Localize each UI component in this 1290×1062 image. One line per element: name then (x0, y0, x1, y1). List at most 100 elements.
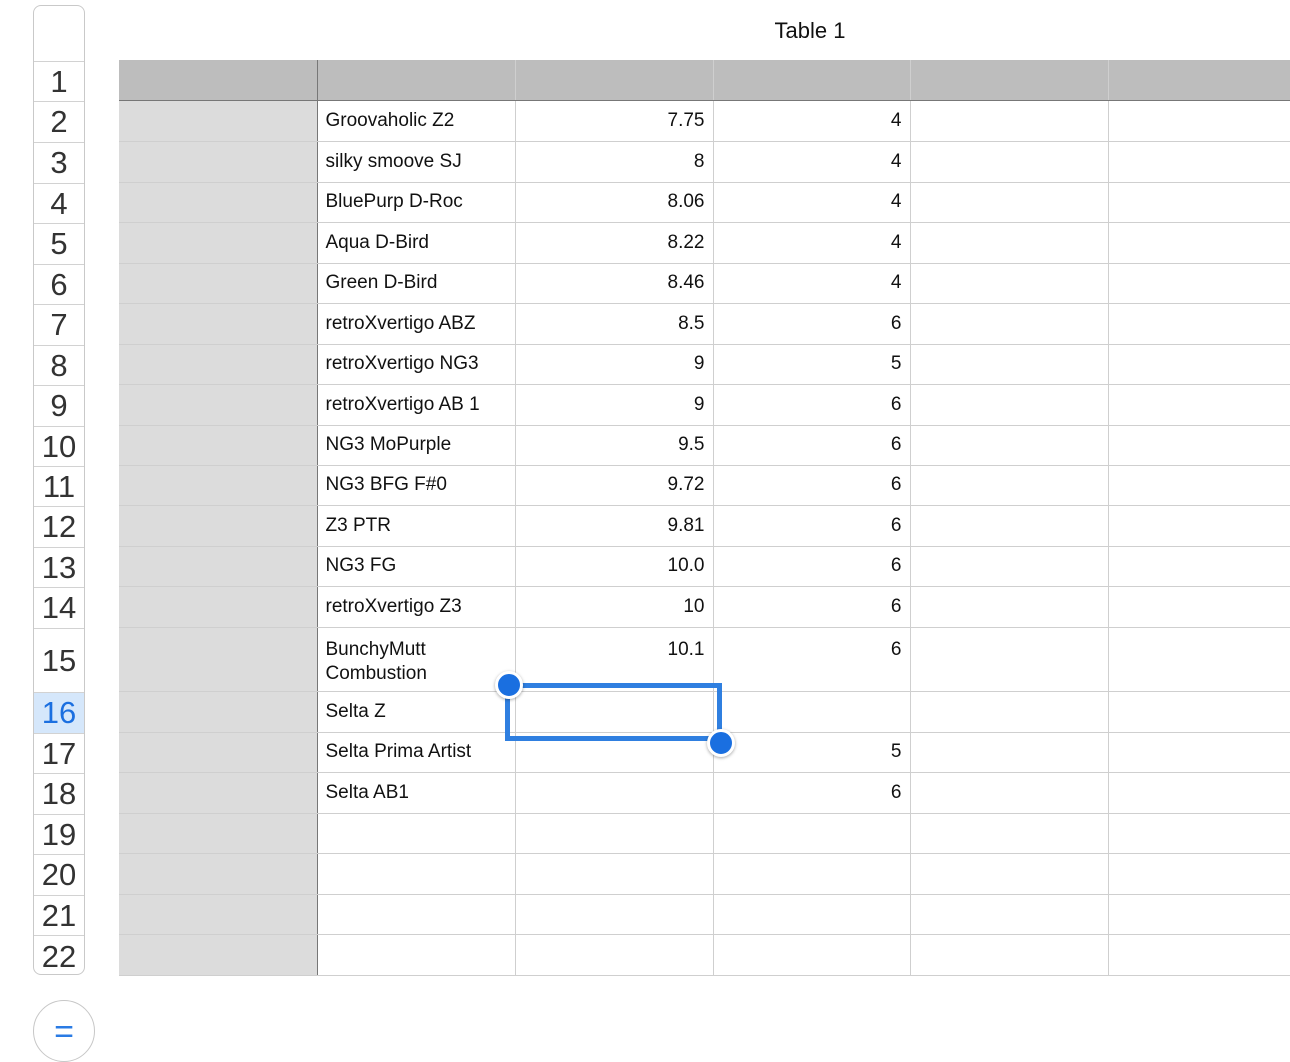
value-cell[interactable] (515, 934, 714, 976)
empty-cell[interactable] (1108, 100, 1290, 142)
row-header-cell[interactable] (119, 546, 318, 587)
value-cell[interactable]: 9 (515, 344, 714, 385)
row-header-cell[interactable] (119, 627, 318, 692)
row-number[interactable]: 11 (34, 467, 84, 507)
row-number[interactable]: 17 (34, 734, 84, 774)
value-cell[interactable]: 8.5 (515, 303, 714, 345)
header-cell[interactable] (1108, 60, 1290, 101)
count-cell[interactable]: 4 (713, 100, 911, 142)
name-cell[interactable] (317, 813, 516, 854)
count-cell[interactable]: 6 (713, 303, 911, 345)
row-header-cell[interactable] (119, 894, 318, 935)
count-cell[interactable] (713, 934, 911, 976)
empty-cell[interactable] (1108, 853, 1290, 895)
row-header-cell[interactable] (119, 263, 318, 304)
row-number[interactable]: 21 (34, 896, 84, 936)
row-number[interactable]: 16 (34, 693, 84, 734)
header-cell[interactable] (119, 60, 318, 101)
row-number[interactable]: 19 (34, 815, 84, 855)
cell-selection-box[interactable] (505, 683, 722, 741)
row-number[interactable]: 22 (34, 936, 84, 974)
header-cell[interactable] (317, 60, 516, 101)
name-cell[interactable]: retroXvertigo Z3 (317, 586, 516, 628)
empty-cell[interactable] (910, 772, 1109, 814)
row-number[interactable]: 18 (34, 774, 84, 815)
empty-cell[interactable] (1108, 691, 1290, 733)
row-number[interactable]: 8 (34, 346, 84, 386)
name-cell[interactable]: Selta Z (317, 691, 516, 733)
empty-cell[interactable] (1108, 894, 1290, 935)
name-cell[interactable]: Aqua D-Bird (317, 222, 516, 264)
empty-cell[interactable] (910, 586, 1109, 628)
count-cell[interactable]: 6 (713, 505, 911, 547)
empty-cell[interactable] (910, 546, 1109, 587)
row-number[interactable]: 6 (34, 265, 84, 305)
empty-cell[interactable] (910, 222, 1109, 264)
value-cell[interactable]: 10.0 (515, 546, 714, 587)
empty-cell[interactable] (1108, 141, 1290, 183)
empty-cell[interactable] (910, 384, 1109, 426)
empty-cell[interactable] (910, 303, 1109, 345)
row-number[interactable]: 1 (34, 62, 84, 102)
row-number[interactable]: 3 (34, 143, 84, 184)
empty-cell[interactable] (910, 100, 1109, 142)
count-cell[interactable]: 6 (713, 772, 911, 814)
value-cell[interactable]: 8.22 (515, 222, 714, 264)
count-cell[interactable]: 4 (713, 141, 911, 183)
empty-cell[interactable] (910, 182, 1109, 223)
row-number[interactable]: 20 (34, 855, 84, 896)
empty-cell[interactable] (910, 934, 1109, 976)
row-header-cell[interactable] (119, 425, 318, 466)
count-cell[interactable] (713, 691, 911, 733)
empty-cell[interactable] (910, 141, 1109, 183)
value-cell[interactable]: 8 (515, 141, 714, 183)
count-cell[interactable]: 6 (713, 586, 911, 628)
value-cell[interactable] (515, 894, 714, 935)
row-number[interactable]: 14 (34, 588, 84, 629)
empty-cell[interactable] (1108, 505, 1290, 547)
empty-cell[interactable] (910, 465, 1109, 506)
table-title[interactable]: Table 1 (700, 18, 920, 44)
count-cell[interactable]: 5 (713, 732, 911, 773)
empty-cell[interactable] (1108, 263, 1290, 304)
header-cell[interactable] (910, 60, 1109, 101)
formula-button[interactable]: = (33, 1000, 95, 1062)
name-cell[interactable]: Selta Prima Artist (317, 732, 516, 773)
name-cell[interactable]: Selta AB1 (317, 772, 516, 814)
empty-cell[interactable] (1108, 222, 1290, 264)
selection-handle-top-left[interactable] (495, 671, 523, 699)
value-cell[interactable]: 10 (515, 586, 714, 628)
empty-cell[interactable] (1108, 813, 1290, 854)
name-cell[interactable]: Green D-Bird (317, 263, 516, 304)
row-header-cell[interactable] (119, 813, 318, 854)
name-cell[interactable] (317, 853, 516, 895)
count-cell[interactable]: 5 (713, 344, 911, 385)
name-cell[interactable]: NG3 FG (317, 546, 516, 587)
row-header-cell[interactable] (119, 344, 318, 385)
empty-cell[interactable] (1108, 772, 1290, 814)
empty-cell[interactable] (910, 853, 1109, 895)
empty-cell[interactable] (910, 627, 1109, 692)
count-cell[interactable] (713, 894, 911, 935)
empty-cell[interactable] (1108, 384, 1290, 426)
row-header-cell[interactable] (119, 465, 318, 506)
name-cell[interactable]: silky smoove SJ (317, 141, 516, 183)
empty-cell[interactable] (1108, 465, 1290, 506)
empty-cell[interactable] (1108, 934, 1290, 976)
header-cell[interactable] (713, 60, 911, 101)
corner-cell[interactable] (34, 6, 84, 62)
empty-cell[interactable] (910, 894, 1109, 935)
empty-cell[interactable] (910, 691, 1109, 733)
name-cell[interactable] (317, 934, 516, 976)
row-header-cell[interactable] (119, 586, 318, 628)
count-cell[interactable]: 4 (713, 182, 911, 223)
count-cell[interactable]: 6 (713, 465, 911, 506)
name-cell[interactable]: retroXvertigo AB 1 (317, 384, 516, 426)
value-cell[interactable]: 9.5 (515, 425, 714, 466)
name-cell[interactable]: BluePurp D-Roc (317, 182, 516, 223)
value-cell[interactable]: 10.1 (515, 627, 714, 692)
count-cell[interactable]: 6 (713, 425, 911, 466)
count-cell[interactable]: 4 (713, 263, 911, 304)
name-cell[interactable]: Groovaholic Z2 (317, 100, 516, 142)
row-number[interactable]: 12 (34, 507, 84, 548)
